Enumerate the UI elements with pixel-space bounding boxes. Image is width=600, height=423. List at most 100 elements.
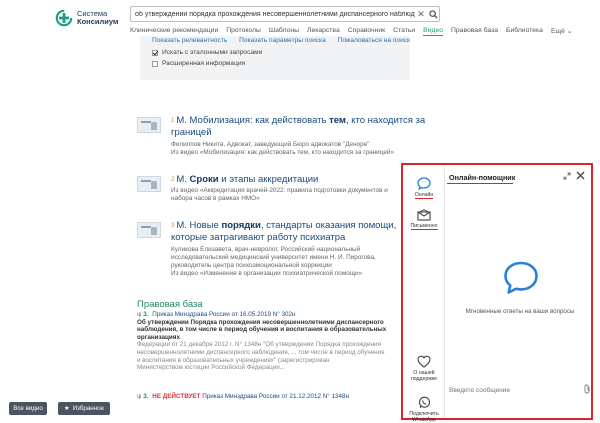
video-result-meta: Из видео «Аккредитация врачей-2022: прав…: [171, 187, 411, 203]
heart-icon: [417, 355, 431, 368]
option-label: Искать с эталонными запросами: [162, 49, 263, 56]
video-thumbnail[interactable]: [137, 222, 161, 238]
law-result-head[interactable]: ψ 3. НЕ ДЕЙСТВУЕТ Приказ Минздрава Росси…: [137, 393, 395, 401]
chat-tab-written[interactable]: Письменно: [403, 209, 445, 230]
chat-tab-label: Подключить WhatsApp: [409, 411, 439, 423]
video-result-title[interactable]: 3 М. Новые порядки, стандарты оказания по…: [171, 220, 431, 243]
video-thumbnail[interactable]: [137, 176, 161, 192]
meta-line: руководитель центра психоэмоциональной к…: [171, 262, 332, 269]
meta-line: набора часов в рамках НМО»: [171, 195, 260, 202]
clear-icon[interactable]: ✕: [415, 9, 427, 20]
nav-item[interactable]: Библиотека: [506, 27, 543, 36]
chat-tab-label: О нашей поддержке: [410, 370, 438, 382]
title-part: М. Мобилизация: как действовать: [176, 115, 330, 126]
title-highlight: тем: [329, 115, 346, 126]
law-badge: 3.: [143, 311, 149, 318]
chat-tab-online[interactable]: Онлайн: [403, 177, 445, 199]
result-number: 2: [171, 177, 175, 183]
law-section-heading: Правовая база: [137, 299, 203, 310]
law-snippet: Федерации от 21 декабря 2012 г. N° 1348н…: [137, 341, 381, 349]
nav-item[interactable]: Лекарства: [307, 27, 340, 36]
star-icon: ★: [64, 405, 70, 412]
law-icon: ψ: [137, 311, 142, 318]
law-line: наблюдения, в том числе в период обучени…: [137, 326, 387, 334]
law-result: ψ 3. Приказ Минздрава России от 16.05.20…: [137, 311, 395, 372]
video-result-title[interactable]: 2 М. Сроки и этапы аккредитации: [171, 174, 431, 186]
option-label: Расширенная информация: [162, 60, 246, 67]
expand-icon[interactable]: [563, 172, 571, 182]
close-icon[interactable]: [576, 171, 585, 182]
chat-tab-label: Письменно: [410, 223, 438, 230]
video-thumbnail[interactable]: [137, 117, 161, 133]
nav-item[interactable]: Шаблоны: [269, 27, 299, 36]
all-video-button[interactable]: Все видео: [9, 402, 47, 415]
favorites-button[interactable]: ★ Избранное: [58, 402, 110, 415]
nav-item[interactable]: Статьи: [393, 27, 415, 36]
nav-item[interactable]: Клинические рекомендации: [130, 27, 218, 36]
meta-line: исследовательский медицинский университе…: [171, 254, 376, 261]
title-highlight: Сроки: [189, 174, 219, 185]
paperclip-icon[interactable]: [583, 384, 591, 396]
search-option-links: Показать релевантность Показать параметр…: [152, 37, 420, 44]
logo[interactable]: Система Консилиум: [55, 9, 118, 27]
report-search-link[interactable]: Пожаловаться на поиск: [338, 37, 410, 44]
nav-item-video-active[interactable]: Видео: [423, 27, 444, 36]
chat-tab-support[interactable]: О нашей поддержке: [403, 355, 445, 382]
law-snippet: несовершеннолетними диспансерного наблюд…: [137, 348, 385, 356]
chat-title-underline: [447, 183, 513, 184]
video-result-meta: Филиппов Никита, Адвокат, заведующий Бюр…: [171, 141, 411, 157]
checkbox-checked[interactable]: [152, 49, 158, 56]
whatsapp-icon: [418, 396, 430, 409]
show-search-params-link[interactable]: Показать параметры поиска: [239, 37, 326, 44]
meta-line: Куликова Елизавета, врач-невролог, Росси…: [171, 246, 361, 253]
favorites-label: Избранное: [72, 405, 104, 412]
logo-text: Система Консилиум: [77, 10, 118, 26]
search-icon[interactable]: [427, 9, 439, 19]
video-result-meta: Куликова Елизавета, врач-невролог, Росси…: [171, 246, 411, 278]
title-highlight: порядки: [221, 220, 261, 231]
law-icon: ψ: [137, 393, 142, 400]
law-title: Приказ Минздрава России от 21.12.2012 N°…: [202, 393, 350, 400]
nav-item-more[interactable]: Ещё ⌄: [551, 27, 573, 36]
chat-input-row: [447, 383, 591, 397]
meta-line: Из видео «Мобилизация: как действовать т…: [171, 149, 394, 156]
header: Система Консилиум ✕ Клинические рекоменд…: [0, 0, 600, 40]
search-bar: ✕: [130, 6, 440, 22]
law-badge: 3.: [143, 393, 149, 400]
show-relevance-link[interactable]: Показать релевантность: [152, 37, 227, 44]
law-title: Приказ Минздрава России от 16.05.2019 N°…: [152, 311, 296, 318]
chevron-down-icon: ⌄: [566, 28, 573, 35]
chat-tab-whatsapp[interactable]: Подключить WhatsApp: [403, 396, 445, 423]
nav-item[interactable]: Справочник: [348, 27, 385, 36]
search-input[interactable]: [131, 7, 415, 21]
nav-item[interactable]: Правовая база: [451, 27, 498, 36]
law-result-head[interactable]: ψ 3. Приказ Минздрава России от 16.05.20…: [137, 311, 395, 319]
nav-item[interactable]: Протоколы: [226, 27, 261, 36]
video-result-title[interactable]: 1 М. Мобилизация: как действовать тем, кт…: [171, 115, 431, 138]
meta-line: Из видео «Изменения в организации психиа…: [171, 270, 363, 277]
chat-sidebar: Онлайн Письменно О нашей поддержке Подкл…: [403, 165, 445, 423]
chat-controls: [563, 171, 585, 182]
chat-bubble-icon: [417, 177, 431, 190]
option-reference-queries[interactable]: Искать с эталонными запросами: [152, 49, 262, 56]
result-number: 3: [171, 223, 175, 229]
checkbox-unchecked[interactable]: [152, 60, 158, 67]
nav-more-label: Ещё: [550, 28, 565, 35]
chat-title: Онлайн-помощник: [449, 173, 516, 182]
chat-tagline: Мгновенные ответы на ваши вопросы: [465, 308, 575, 315]
search-options-panel: Показать релевантность Показать параметр…: [140, 36, 410, 80]
title-part: М.: [176, 174, 190, 185]
logo-icon: [55, 9, 73, 27]
meta-line: Из видео «Аккредитация врачей-2022: прав…: [171, 187, 388, 194]
logo-line-2: Консилиум: [77, 17, 119, 26]
chat-bubble-large-icon: [504, 261, 538, 294]
main-nav: Клинические рекомендации Протоколы Шабло…: [130, 27, 580, 36]
option-extended-info[interactable]: Расширенная информация: [152, 60, 245, 67]
result-number: 1: [171, 118, 175, 124]
chat-message-input[interactable]: [447, 386, 583, 394]
law-status-inactive: НЕ ДЕЙСТВУЕТ: [152, 393, 201, 400]
title-part: и этапы аккредитации: [218, 174, 319, 185]
law-snippet: Министерством юстиции Российской Федерац…: [137, 364, 285, 372]
envelope-icon: [417, 209, 431, 221]
online-assistant-widget: Онлайн Письменно О нашей поддержке Подкл…: [401, 163, 593, 423]
